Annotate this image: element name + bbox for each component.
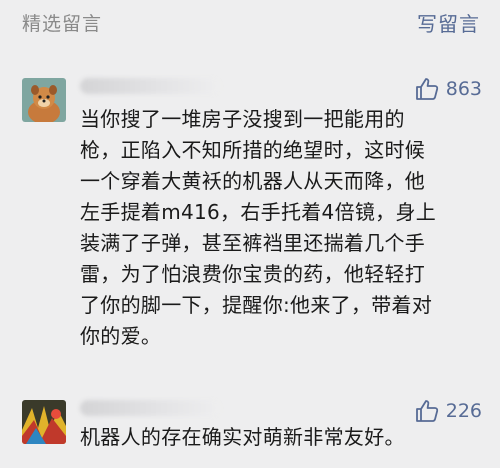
comment-item: 863 当你搜了一堆房子没搜到一把能用的 枪，正陷入不知所措的绝望时，这时候 一… xyxy=(0,70,500,370)
thumbs-up-icon xyxy=(415,400,438,422)
nickname-blurred xyxy=(80,400,220,416)
section-title: 精选留言 xyxy=(22,13,103,35)
comment-item: 226 机器人的存在确实对萌新非常友好。 xyxy=(0,392,500,468)
nickname-blurred xyxy=(80,78,220,94)
avatar[interactable] xyxy=(22,78,66,122)
like-count: 226 xyxy=(445,400,482,422)
thumbs-up-icon xyxy=(415,78,438,100)
like-count: 863 xyxy=(445,78,482,100)
avatar[interactable] xyxy=(22,400,66,444)
like-button[interactable]: 863 xyxy=(414,76,482,102)
comment-text: 机器人的存在确实对萌新非常友好。 xyxy=(80,425,405,449)
like-button[interactable]: 226 xyxy=(414,398,482,424)
dog-avatar-icon xyxy=(22,78,66,122)
comments-header: 精选留言 写留言 xyxy=(0,0,500,48)
comment-text: 当你搜了一堆房子没搜到一把能用的 枪，正陷入不知所措的绝望时，这时候 一个穿着大… xyxy=(80,107,437,348)
write-comment-link[interactable]: 写留言 xyxy=(417,8,480,37)
colorful-avatar-icon xyxy=(22,400,66,444)
